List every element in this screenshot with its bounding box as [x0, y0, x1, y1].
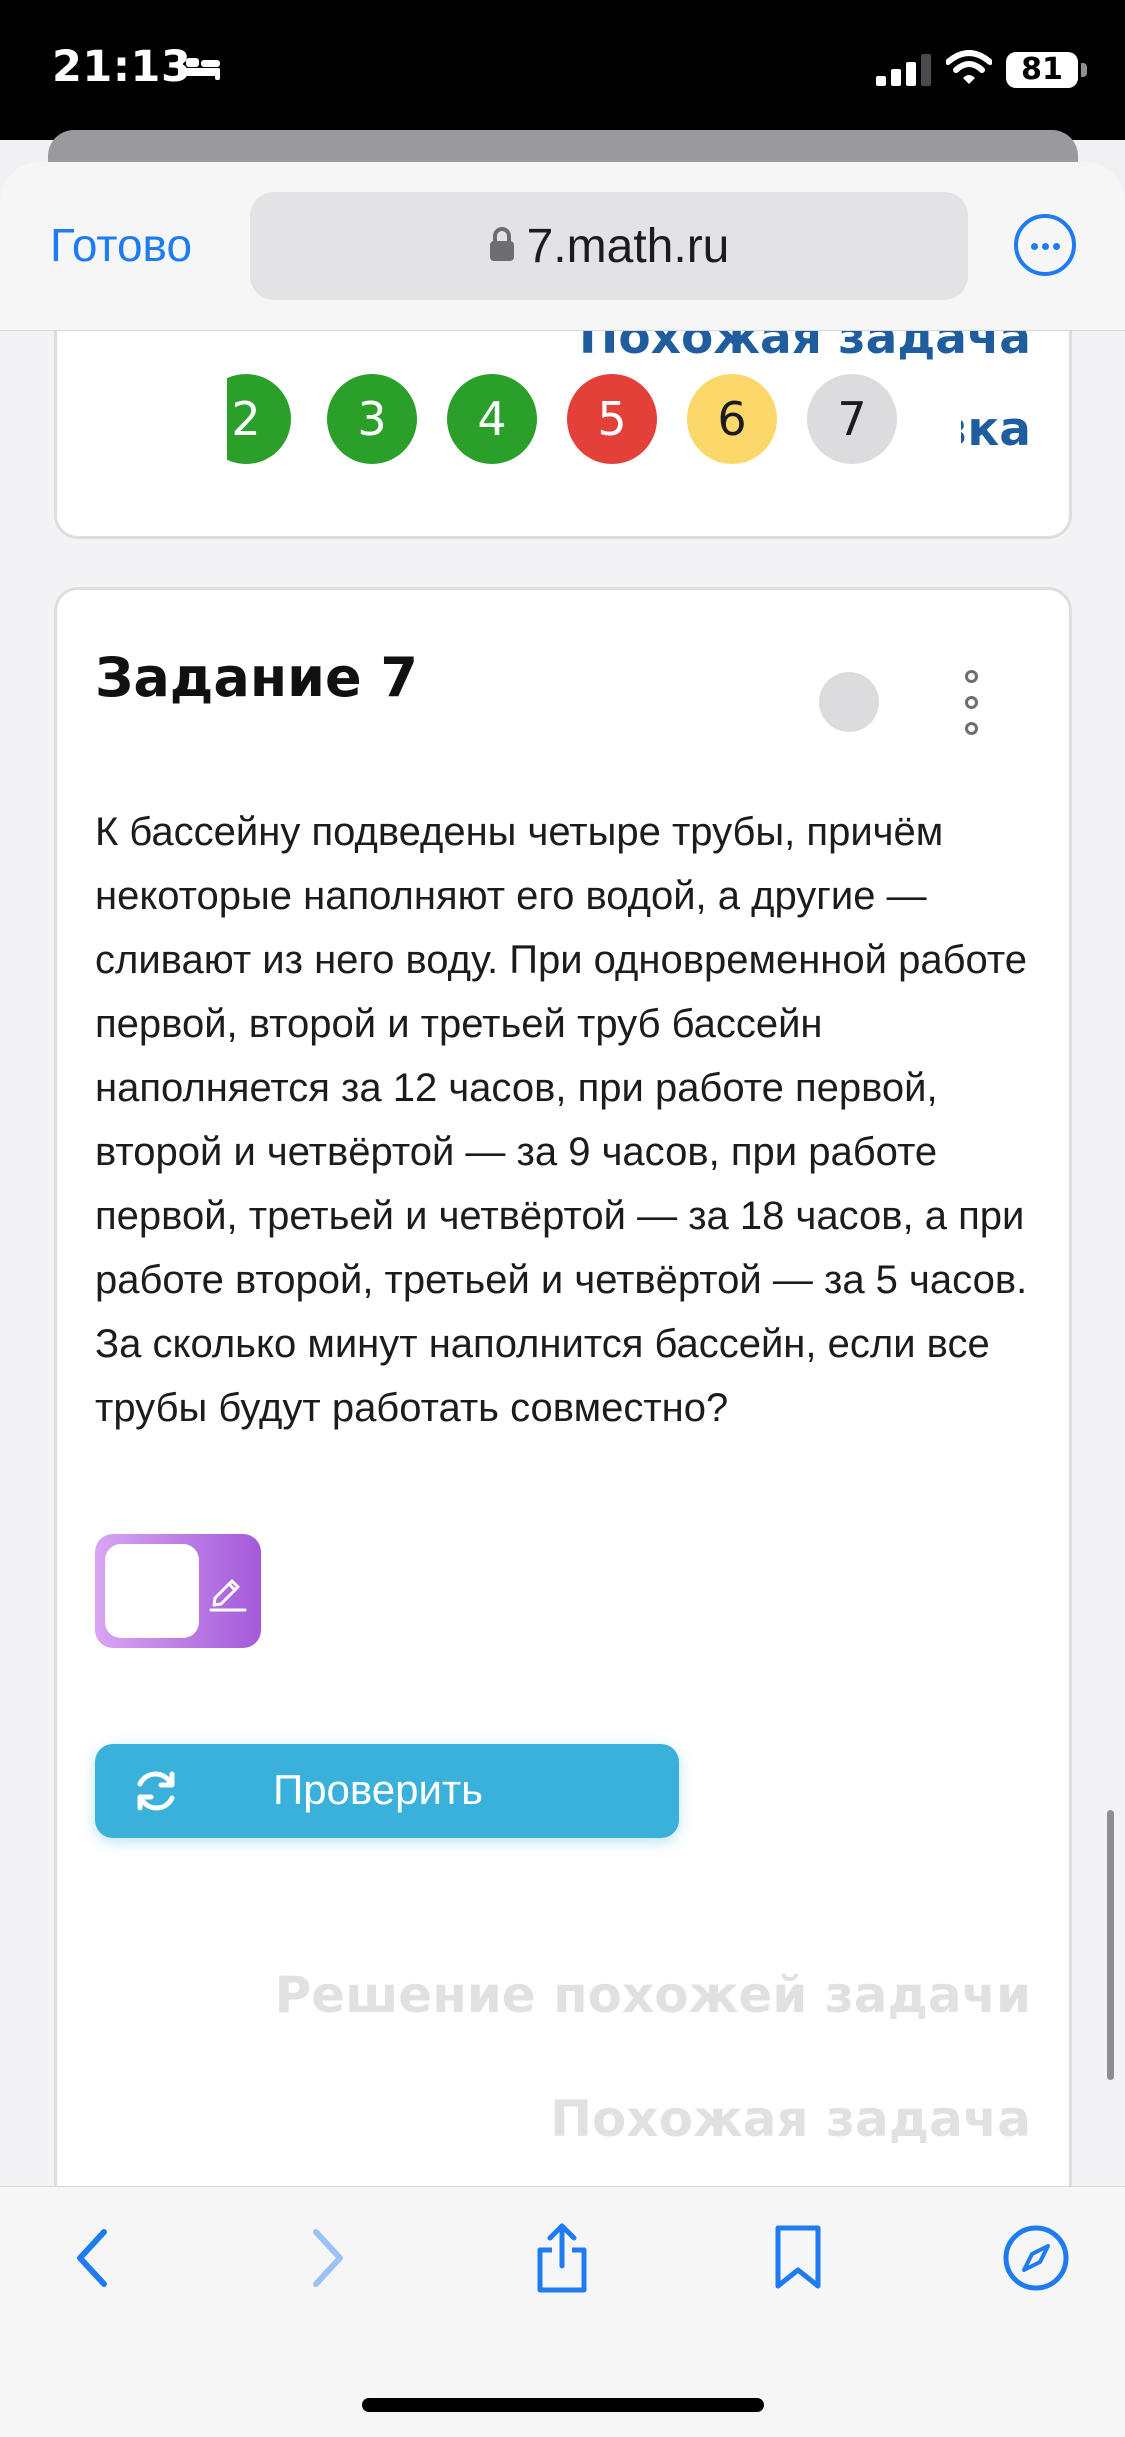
web-content: Похожая задача зка 2 3 4 5 6 7 Задание 7…	[0, 331, 1125, 2186]
lock-icon	[489, 219, 515, 274]
task-number-3[interactable]: 3	[327, 374, 417, 464]
pencil-icon[interactable]	[205, 1568, 249, 1617]
wifi-icon	[945, 50, 993, 91]
url-text: 7.math.ru	[526, 219, 730, 273]
answer-input[interactable]	[105, 1544, 199, 1638]
check-button-label: Проверить	[273, 1766, 484, 1813]
similar-task-link[interactable]: Похожая задача	[579, 331, 1031, 365]
share-icon[interactable]	[532, 2222, 592, 2299]
task-number-2[interactable]: 2	[227, 374, 291, 464]
bed-icon	[176, 52, 222, 87]
home-indicator	[362, 2398, 764, 2412]
refresh-icon	[131, 1766, 181, 1821]
address-bar-content: 7.math.ru	[250, 192, 968, 300]
task-number-5[interactable]: 5	[567, 374, 657, 464]
previous-task-card: Похожая задача зка 2 3 4 5 6 7	[54, 331, 1072, 539]
battery-cap	[1081, 63, 1087, 77]
similar-solution-link[interactable]: Решение похожей задачи	[275, 1966, 1031, 2024]
address-bar[interactable]: 7.math.ru	[250, 192, 968, 300]
task-navigation: 2 3 4 5 6 7	[227, 366, 961, 476]
compass-icon[interactable]	[1000, 2222, 1072, 2299]
task-number-6[interactable]: 6	[687, 374, 777, 464]
done-button[interactable]: Готово	[50, 218, 192, 272]
task-card: Задание 7 К бассейну подведены четыре тр…	[54, 587, 1072, 2186]
status-time: 21:13	[52, 42, 192, 92]
bookmarks-icon[interactable]	[768, 2222, 828, 2299]
task-title: Задание 7	[95, 646, 418, 709]
back-icon[interactable]	[66, 2222, 120, 2299]
answer-field-container	[95, 1534, 261, 1648]
check-button[interactable]: Проверить	[95, 1744, 679, 1838]
problem-text: К бассейну подведены четыре трубы, причё…	[95, 810, 1028, 1430]
scrollbar-thumb[interactable]	[1107, 1810, 1114, 2080]
battery-icon: 81	[1006, 52, 1078, 88]
signal-icon	[876, 54, 934, 91]
similar-task-link-bottom[interactable]: Похожая задача	[550, 2090, 1031, 2148]
more-icon[interactable]	[1014, 214, 1076, 276]
forward-icon[interactable]	[300, 2222, 354, 2299]
kebab-menu-icon[interactable]	[963, 670, 983, 736]
task-number-4[interactable]: 4	[447, 374, 537, 464]
task-status-indicator	[819, 672, 879, 732]
task-number-7[interactable]: 7	[807, 374, 897, 464]
